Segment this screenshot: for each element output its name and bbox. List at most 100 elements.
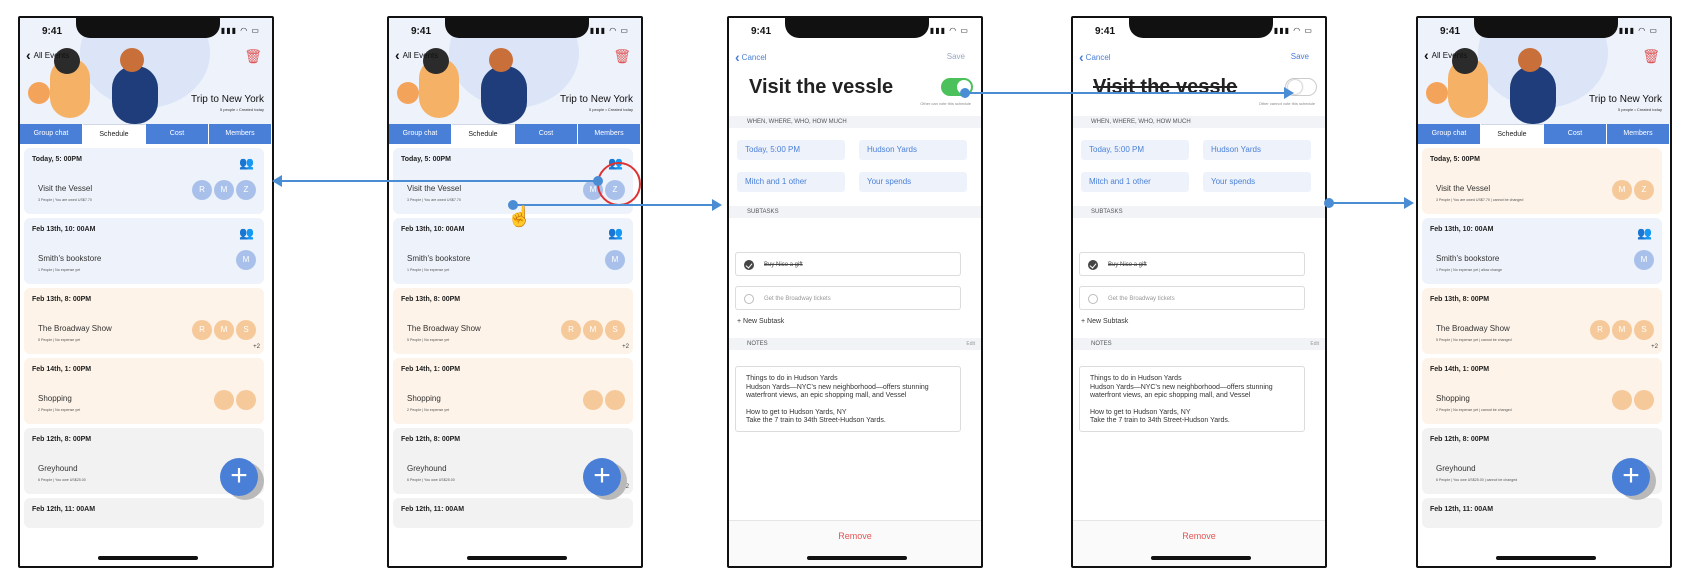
spends-field[interactable]: Your spends — [859, 172, 967, 192]
cancel-button[interactable]: ‹ Cancel — [1079, 50, 1111, 64]
event-time: Feb 14th, 1: 00PM — [32, 366, 92, 373]
avatar: R — [1590, 320, 1610, 340]
flow-arrow-line — [514, 204, 712, 206]
subtask-item[interactable]: Buy Nico a gift — [735, 252, 961, 276]
avatar: R — [192, 320, 212, 340]
trip-title: Trip to New York — [191, 94, 264, 105]
event-time: Today, 5: 00PM — [401, 156, 451, 163]
back-button[interactable]: ‹ All Events — [395, 48, 438, 62]
spends-field[interactable]: Your spends — [1203, 172, 1311, 192]
trash-icon[interactable]: 🗑 — [244, 48, 262, 65]
subtask-item[interactable]: Buy Nico a gift — [1079, 252, 1305, 276]
phone-notch — [1129, 18, 1273, 38]
add-event-button[interactable]: + — [1612, 458, 1650, 496]
event-card[interactable]: Feb 14th, 1: 00PM Shopping 2 People | No… — [1422, 358, 1662, 424]
status-time: 9:41 — [411, 26, 432, 37]
event-name: Visit the Vessel — [38, 184, 93, 193]
tab-group-chat[interactable]: Group chat — [389, 124, 452, 144]
add-event-button[interactable]: + — [583, 458, 621, 496]
edit-notes-button[interactable]: Edit — [1310, 341, 1319, 347]
add-event-button[interactable]: + — [220, 458, 258, 496]
tab-bar: Group chat Schedule Cost Members — [389, 124, 641, 144]
cancel-label: Cancel — [1085, 52, 1111, 62]
status-icons: ▮▮▮ ◠ ▭ — [929, 26, 969, 35]
new-subtask-button[interactable]: + New Subtask — [1081, 318, 1128, 325]
back-label: All Events — [1431, 50, 1468, 60]
tab-members[interactable]: Members — [209, 124, 272, 144]
event-time: Feb 13th, 8: 00PM — [32, 296, 92, 303]
event-title: Visit the vessle — [749, 76, 894, 98]
trash-icon[interactable]: 🗑 — [613, 48, 631, 65]
event-time: Feb 12th, 8: 00PM — [1430, 436, 1490, 443]
tab-schedule[interactable]: Schedule — [1481, 124, 1544, 144]
event-card[interactable]: Feb 13th, 10: 00AM 👥 Smith's bookstore 1… — [24, 218, 264, 284]
event-card[interactable]: Feb 13th, 8: 00PM The Broadway Show 5 Pe… — [24, 288, 264, 354]
avatar-group: R M S — [561, 320, 625, 340]
checkbox-icon[interactable] — [744, 294, 754, 304]
event-time: Feb 12th, 11: 00AM — [32, 506, 96, 513]
section-when: WHEN, WHERE, WHO, HOW MUCH — [1073, 116, 1325, 128]
people-field[interactable]: Mitch and 1 other — [737, 172, 845, 192]
back-button[interactable]: ‹ All Events — [26, 47, 69, 63]
vote-people-icon[interactable]: 👥 — [239, 156, 254, 170]
event-card[interactable]: Feb 14th, 1: 00PM Shopping 2 People | No… — [393, 358, 633, 424]
event-time: Feb 13th, 8: 00PM — [1430, 296, 1490, 303]
time-field[interactable]: Today, 5:00 PM — [737, 140, 845, 160]
event-meta: 6 People | You owe US$25.00 — [38, 478, 86, 482]
avatar: R — [192, 180, 212, 200]
event-name: Greyhound — [38, 464, 78, 473]
save-button[interactable]: Save — [1291, 52, 1309, 61]
subtask-item[interactable]: Get the Broadway tickets — [735, 286, 961, 310]
subtask-item[interactable]: Get the Broadway tickets — [1079, 286, 1305, 310]
notes-box[interactable]: Things to do in Hudson Yards Hudson Yard… — [1079, 366, 1305, 432]
new-subtask-button[interactable]: + New Subtask — [737, 318, 784, 325]
event-card[interactable]: Feb 12th, 11: 00AM — [1422, 498, 1662, 528]
event-card[interactable]: Feb 13th, 10: 00AM 👥 Smith's bookstore 1… — [1422, 218, 1662, 284]
vote-people-icon[interactable]: 👥 — [1637, 226, 1652, 240]
chevron-left-icon: ‹ — [26, 47, 31, 63]
location-field[interactable]: Hudson Yards — [859, 140, 967, 160]
tab-cost[interactable]: Cost — [1544, 124, 1607, 144]
event-card[interactable]: Feb 12th, 11: 00AM — [24, 498, 264, 528]
cancel-button[interactable]: ‹ Cancel — [735, 49, 767, 65]
event-card[interactable]: Today, 5: 00PM 👥 Visit the Vessel 3 Peop… — [24, 148, 264, 214]
notes-box[interactable]: Things to do in Hudson Yards Hudson Yard… — [735, 366, 961, 432]
trash-icon[interactable]: 🗑 — [1642, 48, 1660, 65]
event-meta: 1 People | No expense yet | allow change — [1436, 268, 1502, 272]
checkbox-checked-icon[interactable] — [1088, 260, 1098, 270]
status-icons: ▮▮▮ ◠ ▭ — [1273, 26, 1313, 35]
back-button[interactable]: ‹ All Events — [1424, 48, 1468, 62]
tab-schedule[interactable]: Schedule — [83, 124, 146, 144]
tab-members[interactable]: Members — [578, 124, 641, 144]
status-time: 9:41 — [1440, 26, 1461, 37]
tab-schedule[interactable]: Schedule — [452, 124, 515, 144]
event-card[interactable]: Feb 13th, 8: 00PM The Broadway Show 5 Pe… — [393, 288, 633, 354]
event-card[interactable]: Today, 5: 00PM Visit the Vessel 3 People… — [1422, 148, 1662, 214]
event-meta: 3 People | You are owed US$7.70 — [38, 198, 92, 202]
event-name: Smith's bookstore — [38, 254, 102, 263]
edit-notes-button[interactable]: Edit — [966, 341, 975, 347]
tab-bar: Group chat Schedule Cost Members — [20, 124, 272, 144]
vote-people-icon[interactable]: 👥 — [608, 226, 623, 240]
tab-group-chat[interactable]: Group chat — [1418, 124, 1481, 144]
vote-note: Other cannot vote this schedule — [1258, 101, 1315, 106]
vote-note: Other can vote this schedule — [920, 101, 971, 106]
event-card[interactable]: Feb 14th, 1: 00PM Shopping 2 People | No… — [24, 358, 264, 424]
chevron-left-icon: ‹ — [735, 49, 740, 65]
tab-group-chat[interactable]: Group chat — [20, 124, 83, 144]
location-field[interactable]: Hudson Yards — [1203, 140, 1311, 160]
event-card[interactable]: Feb 13th, 8: 00PM The Broadway Show 5 Pe… — [1422, 288, 1662, 354]
tab-members[interactable]: Members — [1607, 124, 1670, 144]
time-field[interactable]: Today, 5:00 PM — [1081, 140, 1189, 160]
vote-people-icon[interactable]: 👥 — [239, 226, 254, 240]
tab-cost[interactable]: Cost — [146, 124, 209, 144]
people-field[interactable]: Mitch and 1 other — [1081, 172, 1189, 192]
tab-cost[interactable]: Cost — [515, 124, 578, 144]
event-card[interactable]: Feb 12th, 11: 00AM — [393, 498, 633, 528]
event-meta: 5 People | No expense yet — [38, 338, 81, 342]
avatar — [214, 390, 234, 410]
status-time: 9:41 — [1095, 26, 1116, 37]
checkbox-checked-icon[interactable] — [744, 260, 754, 270]
save-button[interactable]: Save — [947, 52, 965, 61]
checkbox-icon[interactable] — [1088, 294, 1098, 304]
